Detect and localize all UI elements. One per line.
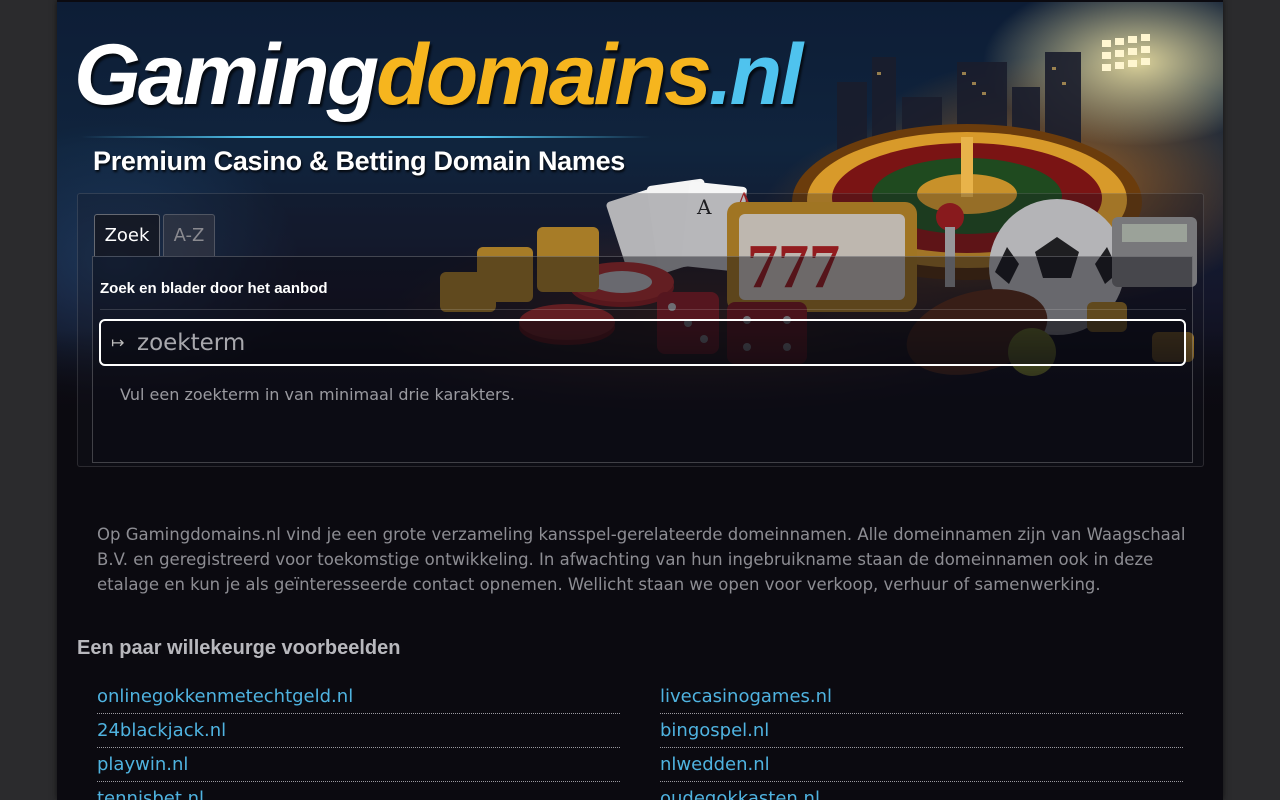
- logo-part-gaming: Gaming: [74, 27, 379, 123]
- search-box[interactable]: ↦: [99, 319, 1186, 366]
- intro-text: Op Gamingdomains.nl vind je een grote ve…: [97, 525, 1186, 594]
- logo-part-tld: .nl: [708, 27, 803, 123]
- domain-link[interactable]: tennisbet.nl: [97, 783, 620, 800]
- examples-title: Een paar willekeurge voorbeelden: [77, 637, 401, 659]
- domain-link[interactable]: 24blackjack.nl: [97, 715, 620, 748]
- search-hint: Vul een zoekterm in van minimaal drie ka…: [120, 385, 516, 404]
- arrow-right-icon: ↦: [111, 333, 125, 352]
- tab-zoek[interactable]: Zoek: [94, 214, 160, 256]
- divider: [100, 309, 1186, 310]
- logo-part-domains: domains: [376, 27, 712, 123]
- site-tagline: Premium Casino & Betting Domain Names: [93, 146, 626, 176]
- domain-link[interactable]: playwin.nl: [97, 749, 620, 782]
- logo-underline: [81, 136, 651, 138]
- tab-a-z[interactable]: A-Z: [163, 214, 215, 256]
- domain-link[interactable]: nlwedden.nl: [660, 749, 1183, 782]
- page: A A 777 Gamingdomains.nl Premium Casino …: [57, 0, 1223, 800]
- search-input[interactable]: [137, 329, 1184, 356]
- examples-list-right: livecasinogames.nl bingospel.nl nlwedden…: [660, 681, 1183, 800]
- examples-list-left: onlinegokkenmetechtgeld.nl 24blackjack.n…: [97, 681, 620, 800]
- domain-link[interactable]: bingospel.nl: [660, 715, 1183, 748]
- domain-link[interactable]: oudegokkasten.nl: [660, 783, 1183, 800]
- search-heading: Zoek en blader door het aanbod: [100, 280, 328, 297]
- domain-link[interactable]: livecasinogames.nl: [660, 681, 1183, 714]
- site-logo[interactable]: Gamingdomains.nl: [74, 32, 803, 118]
- domain-link[interactable]: onlinegokkenmetechtgeld.nl: [97, 681, 620, 714]
